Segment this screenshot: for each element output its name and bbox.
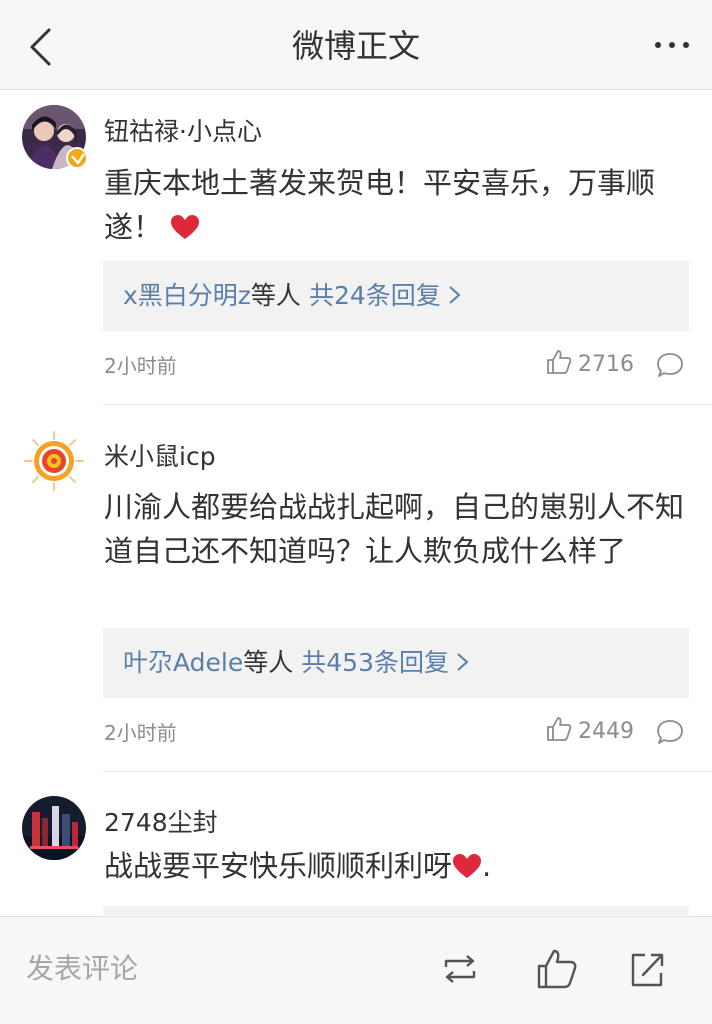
timestamp: 2小时前 — [104, 721, 177, 745]
replies-preview[interactable]: x黑白分明z等人 共24条回复 — [103, 261, 689, 331]
like-count: 2716 — [578, 352, 634, 377]
like-button[interactable]: 2716 — [546, 349, 634, 379]
reply-users[interactable]: x黑白分明z — [123, 281, 251, 310]
replies-preview[interactable]: 叶尕Adele等人 共453条回复 — [103, 628, 689, 698]
heart-emoji — [170, 208, 200, 239]
like-count: 2449 — [578, 719, 634, 744]
comment-text: 川渝人都要给战战扎起啊，自己的崽别人不知道自己还不知道吗？让人欺负成什么样了 — [104, 490, 685, 568]
top-nav-bar: 微博正文 — [0, 0, 712, 90]
username[interactable]: 米小鼠icp — [104, 437, 216, 473]
like-icon[interactable] — [535, 947, 579, 991]
bottom-action-bar: 发表评论 — [0, 916, 712, 1024]
comment-reply-icon[interactable] — [656, 718, 684, 746]
chevron-right-icon — [447, 263, 463, 304]
comment-text: 重庆本地土著发来贺电！平安喜乐，万事顺遂！ — [104, 161, 684, 249]
avatar[interactable] — [22, 796, 86, 860]
chevron-right-icon — [455, 630, 471, 671]
username[interactable]: 2748尘封 — [104, 803, 218, 839]
share-icon[interactable] — [625, 947, 669, 991]
avatar[interactable] — [22, 429, 86, 493]
page-title: 微博正文 — [291, 27, 420, 65]
timestamp: 2小时前 — [104, 354, 177, 378]
reply-count[interactable]: 共453条回复 — [301, 648, 449, 677]
comment-item: 钮祜禄·小点心 重庆本地土著发来贺电！平安喜乐，万事顺遂！ x黑白分明z等人 共2… — [0, 91, 712, 405]
comment-body: 战战要平安快乐顺顺利利呀 — [104, 849, 453, 883]
reply-users[interactable]: 叶尕Adele — [123, 648, 243, 677]
heart-emoji — [452, 847, 482, 878]
more-dots-icon[interactable] — [652, 30, 692, 60]
reply-users-suffix: 等人 — [243, 648, 294, 677]
thumbs-up-icon — [547, 717, 572, 741]
like-button[interactable]: 2449 — [546, 716, 634, 746]
replies-preview[interactable] — [103, 906, 689, 915]
thumbs-up-icon — [547, 350, 572, 374]
verified-badge-icon — [66, 147, 88, 169]
comment-reply-icon[interactable] — [656, 351, 684, 379]
comment-input[interactable]: 发表评论 — [26, 947, 138, 987]
username[interactable]: 钮祜禄·小点心 — [104, 112, 262, 148]
reply-count[interactable]: 共24条回复 — [309, 281, 441, 310]
comment-item: 2748尘封 战战要平安快乐顺顺利利呀. — [0, 772, 712, 915]
comment-text: 战战要平安快乐顺顺利利呀. — [104, 844, 684, 888]
comment-body-end: . — [482, 849, 492, 883]
comment-list: 钮祜禄·小点心 重庆本地土著发来贺电！平安喜乐，万事顺遂！ x黑白分明z等人 共2… — [0, 91, 712, 915]
reply-users-suffix: 等人 — [250, 281, 301, 310]
repost-icon[interactable] — [438, 947, 482, 991]
comment-item: 米小鼠icp 川渝人都要给战战扎起啊，自己的崽别人不知道自己还不知道吗？让人欺负… — [0, 405, 712, 772]
